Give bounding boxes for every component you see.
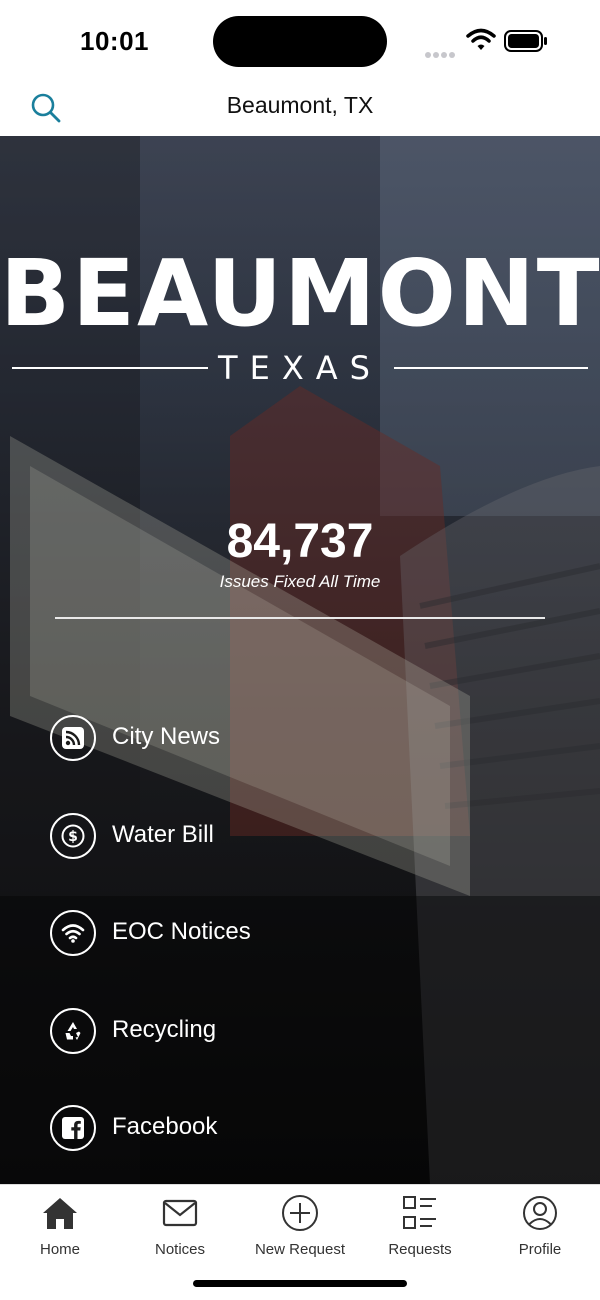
link-facebook[interactable]: Facebook: [50, 1105, 550, 1151]
link-label: EOC Notices: [112, 918, 251, 945]
status-bar: 10:01: [0, 0, 600, 80]
plus-circle-icon: [282, 1195, 318, 1231]
issues-fixed-label: Issues Fixed All Time: [219, 572, 381, 591]
tab-label: Notices: [154, 1241, 206, 1258]
tab-label: Profile: [518, 1241, 562, 1258]
link-eoc-notices[interactable]: EOC Notices: [50, 910, 550, 956]
svg-text:$: $: [68, 829, 78, 845]
cellular-signal-icon: [425, 45, 459, 58]
city-logo-subtitle: TEXAS: [218, 349, 382, 387]
city-logo-subtitle-row: TEXAS: [12, 348, 588, 388]
list-icon: [403, 1196, 436, 1229]
link-label: Facebook: [112, 1113, 218, 1140]
dollar-icon: $: [50, 813, 96, 859]
home-indicator: [193, 1280, 407, 1287]
app-header: Beaumont, TX: [0, 80, 600, 136]
link-label: City News: [112, 723, 221, 750]
link-label: Water Bill: [112, 821, 214, 848]
rss-icon: [50, 715, 96, 761]
tab-label: Requests: [388, 1241, 452, 1258]
status-time: 10:01: [80, 26, 149, 56]
home-icon: [43, 1198, 77, 1229]
dynamic-island: [213, 16, 387, 67]
tab-profile[interactable]: Profile: [480, 1193, 600, 1258]
tab-label: New Request: [254, 1241, 346, 1258]
stat-divider: [55, 617, 545, 619]
envelope-icon: [162, 1199, 198, 1227]
battery-icon: [504, 30, 547, 52]
tab-new-request[interactable]: New Request: [240, 1193, 360, 1258]
page-title: Beaumont, TX: [226, 92, 374, 118]
tab-label: Home: [39, 1241, 80, 1258]
hero-section: BEAUMONT TEXAS 84,737 Issues Fixed All T…: [0, 136, 600, 1184]
person-icon: [523, 1196, 557, 1230]
issues-fixed-count: 84,737: [226, 515, 374, 568]
link-water-bill[interactable]: $ Water Bill: [50, 813, 550, 859]
tab-home[interactable]: Home: [0, 1193, 120, 1258]
wifi-icon: [50, 910, 96, 956]
recycle-icon: [50, 1008, 96, 1054]
tab-notices[interactable]: Notices: [120, 1193, 240, 1258]
tab-requests[interactable]: Requests: [360, 1193, 480, 1258]
link-city-news[interactable]: City News: [50, 715, 550, 761]
city-logo-wordmark: BEAUMONT: [0, 240, 600, 347]
wifi-status-icon: [466, 28, 496, 50]
link-label: Recycling: [112, 1016, 217, 1043]
facebook-icon: [50, 1105, 96, 1151]
link-recycling[interactable]: Recycling: [50, 1008, 550, 1054]
